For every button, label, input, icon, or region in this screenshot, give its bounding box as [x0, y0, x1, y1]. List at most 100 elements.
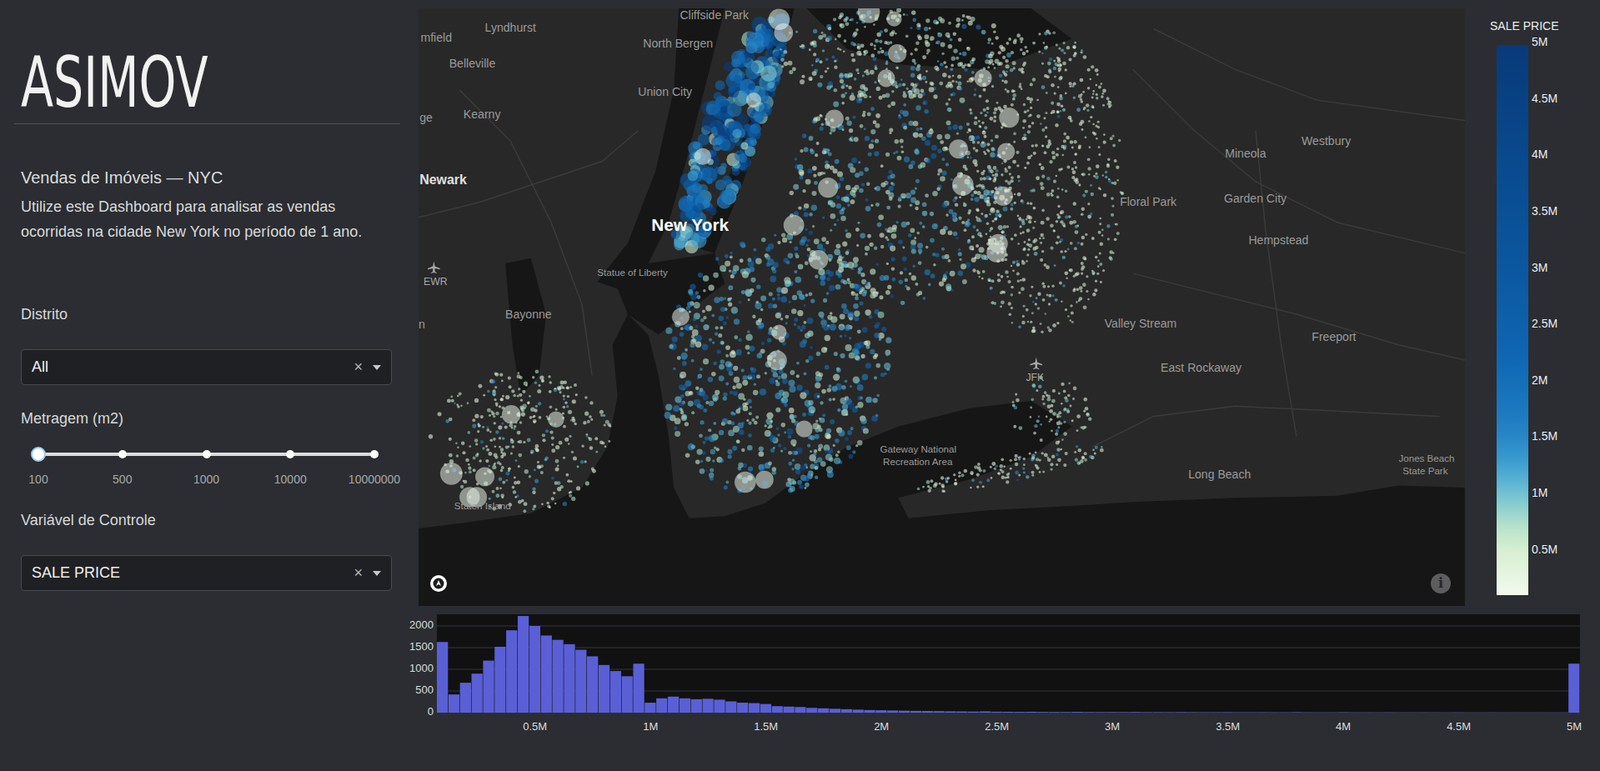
sale-dot[interactable]	[941, 170, 947, 176]
sale-dot[interactable]	[885, 93, 891, 99]
sale-dot[interactable]	[1087, 215, 1092, 220]
sale-dot[interactable]	[1045, 216, 1049, 221]
sale-dot[interactable]	[1084, 233, 1088, 236]
sale-dot[interactable]	[832, 101, 839, 108]
sale-dot[interactable]	[979, 111, 983, 115]
sale-dot[interactable]	[1013, 38, 1018, 42]
sale-dot[interactable]	[1111, 135, 1114, 138]
sale-dot[interactable]	[833, 88, 838, 93]
sale-dot[interactable]	[1112, 251, 1114, 254]
sale-dot[interactable]	[906, 14, 909, 17]
sale-dot[interactable]	[979, 234, 984, 238]
sale-dot[interactable]	[895, 66, 898, 70]
sale-dot[interactable]	[993, 30, 997, 34]
sale-dot[interactable]	[1101, 234, 1104, 237]
sale-dot[interactable]	[1104, 175, 1108, 179]
sale-dot[interactable]	[1020, 40, 1024, 44]
sale-dot[interactable]	[1075, 271, 1079, 276]
sale-dot[interactable]	[811, 205, 818, 211]
sale-dot[interactable]	[1086, 109, 1089, 112]
sale-dot[interactable]	[935, 252, 940, 257]
sale-dot[interactable]	[1021, 260, 1026, 266]
sale-dot[interactable]	[986, 142, 990, 146]
sale-dot[interactable]	[837, 34, 842, 39]
sale-dot[interactable]	[1051, 284, 1054, 287]
sale-dot[interactable]	[1058, 76, 1064, 81]
sale-dot[interactable]	[1080, 50, 1084, 54]
sale-dot[interactable]	[807, 168, 813, 174]
sale-dot[interactable]	[1060, 300, 1063, 302]
sale-dot[interactable]	[793, 270, 798, 274]
sale-dot[interactable]	[910, 160, 916, 166]
sale-dot[interactable]	[1085, 290, 1089, 293]
sale-dot[interactable]	[937, 149, 942, 154]
sale-dot[interactable]	[1026, 161, 1030, 166]
sale-dot[interactable]	[1058, 96, 1064, 101]
sale-dot[interactable]	[876, 86, 881, 91]
sale-dot[interactable]	[901, 150, 905, 154]
sale-dot[interactable]	[949, 38, 953, 42]
sale-dot[interactable]	[851, 157, 858, 164]
sale-dot[interactable]	[1089, 184, 1093, 187]
sale-dot[interactable]	[990, 139, 994, 143]
sale-dot[interactable]	[910, 82, 914, 86]
sale-dot[interactable]	[975, 25, 981, 31]
sale-dot[interactable]	[1062, 61, 1067, 66]
sale-dot[interactable]	[1085, 275, 1089, 278]
sale-dot[interactable]	[932, 190, 938, 197]
sale-dot[interactable]	[950, 93, 953, 96]
sale-dot[interactable]	[873, 44, 877, 47]
sale-dot[interactable]	[917, 35, 923, 41]
sale-dot[interactable]	[874, 123, 880, 129]
sale-dot[interactable]	[816, 141, 820, 146]
sale-dot[interactable]	[827, 149, 830, 152]
sale-dot[interactable]	[966, 122, 970, 126]
sale-dot[interactable]	[694, 325, 698, 329]
sale-dot[interactable]	[915, 41, 919, 46]
sale-dot[interactable]	[877, 214, 884, 221]
sale-dot[interactable]	[1089, 212, 1093, 216]
sale-dot[interactable]	[715, 80, 726, 91]
sale-dot[interactable]	[942, 72, 948, 78]
sale-dot[interactable]	[1062, 284, 1066, 288]
sale-dot[interactable]	[1074, 230, 1079, 235]
sale-dot[interactable]	[869, 70, 875, 76]
sale-dot[interactable]	[968, 128, 972, 132]
sale-dot[interactable]	[961, 220, 965, 225]
sale-dot[interactable]	[1044, 135, 1048, 138]
sale-dot[interactable]	[1057, 187, 1060, 191]
sale-dot[interactable]	[1005, 70, 1009, 74]
sale-dot[interactable]	[938, 280, 944, 286]
sale-dot[interactable]	[1046, 75, 1050, 79]
sale-dot[interactable]	[1058, 47, 1061, 51]
sale-dot[interactable]	[992, 220, 995, 223]
sale-dot[interactable]	[804, 228, 808, 231]
sale-dot[interactable]	[1039, 258, 1044, 262]
sale-dot[interactable]	[873, 47, 877, 51]
sale-dot[interactable]	[1098, 85, 1102, 90]
sale-dot[interactable]	[1094, 280, 1098, 283]
sale-dot[interactable]	[1039, 122, 1043, 126]
sale-dot[interactable]	[992, 63, 995, 66]
sale-dot[interactable]	[929, 35, 934, 41]
sale-dot[interactable]	[993, 177, 997, 181]
sale-dot[interactable]	[919, 127, 923, 131]
sale-dot[interactable]	[975, 244, 979, 248]
sale-dot[interactable]	[880, 182, 886, 188]
sale-dot[interactable]	[842, 128, 845, 131]
sale-dot[interactable]	[1044, 125, 1048, 129]
sale-dot[interactable]	[1022, 315, 1025, 318]
sale-dot[interactable]	[841, 409, 848, 417]
sale-dot[interactable]	[984, 114, 988, 117]
sale-dot[interactable]	[989, 116, 994, 121]
sale-dot[interactable]	[1032, 329, 1037, 334]
sale-dot[interactable]	[835, 243, 841, 249]
sale-dot[interactable]	[1008, 172, 1012, 176]
sale-dot[interactable]	[1054, 62, 1059, 66]
sale-dot[interactable]	[892, 277, 897, 282]
sale-dot[interactable]	[837, 47, 840, 51]
sale-dot[interactable]	[852, 33, 857, 38]
sale-dot[interactable]	[1052, 31, 1056, 36]
sale-dot[interactable]	[891, 182, 895, 186]
sale-dot[interactable]	[1025, 50, 1029, 53]
